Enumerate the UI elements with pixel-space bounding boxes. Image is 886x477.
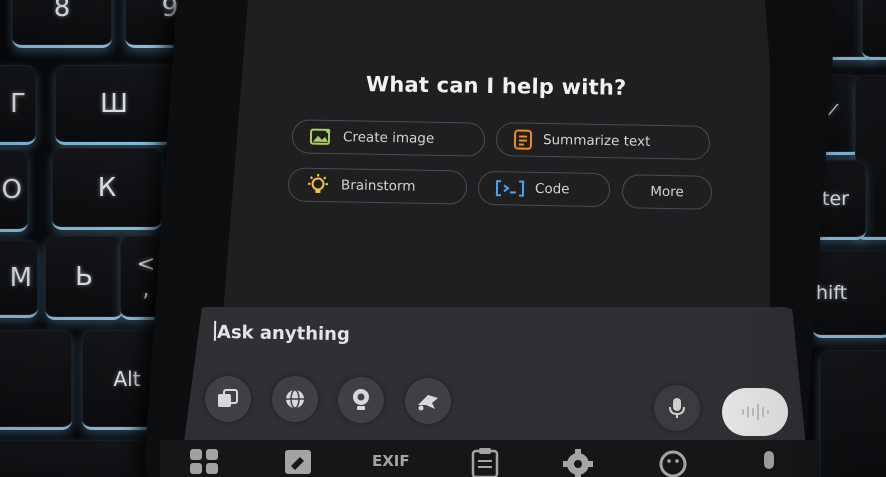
- lightbulb-icon: [308, 173, 329, 194]
- mic-icon[interactable]: [756, 447, 782, 477]
- voice-wave-icon: [742, 404, 769, 420]
- more-tools-button[interactable]: [405, 378, 451, 424]
- ask-placeholder: Ask anything: [216, 321, 351, 346]
- code-chip[interactable]: Code: [477, 170, 611, 208]
- key-label: <: [136, 251, 156, 277]
- text-caret: [213, 320, 217, 341]
- web-search-button[interactable]: [272, 376, 318, 422]
- globe-icon: [286, 389, 304, 409]
- more-tools-icon: [418, 395, 438, 411]
- chip-label: Create image: [342, 129, 435, 147]
- key-label: Ш: [100, 88, 128, 119]
- settings-icon[interactable]: [560, 447, 596, 477]
- keyboard-key: [0, 440, 160, 477]
- keyboard-key: hift: [812, 250, 886, 338]
- chip-label: More: [650, 183, 684, 201]
- key-label: Г: [10, 88, 26, 119]
- emoji-icon[interactable]: [655, 447, 691, 477]
- brainstorm-chip[interactable]: Brainstorm: [287, 167, 468, 205]
- key-label: М: [9, 262, 32, 293]
- mic-button[interactable]: [654, 385, 700, 431]
- notes-icon[interactable]: [282, 447, 316, 477]
- think-button[interactable]: [338, 377, 384, 423]
- key-label: Alt: [113, 366, 141, 391]
- keyboard-key: [820, 350, 886, 477]
- voice-mode-button[interactable]: [722, 388, 788, 436]
- keyboard-key: Ь: [45, 236, 123, 320]
- code-icon: [495, 180, 525, 197]
- key-label: ,: [142, 276, 150, 302]
- exif-icon[interactable]: EXIF: [372, 452, 410, 470]
- keyboard-key: Г: [0, 65, 36, 145]
- more-chip[interactable]: More: [621, 174, 713, 210]
- image-icon: [309, 128, 331, 145]
- clipboard-icon[interactable]: [468, 447, 502, 477]
- key-label: 8: [53, 0, 71, 23]
- key-label: hift: [816, 281, 848, 304]
- attach-icon: [218, 389, 238, 407]
- key-label: О: [1, 174, 22, 205]
- key-label: Ь: [75, 261, 93, 292]
- create-image-chip[interactable]: Create image: [291, 119, 486, 157]
- attach-button[interactable]: [205, 376, 251, 422]
- exif-label: EXIF: [372, 452, 410, 470]
- lightbulb-icon: [353, 389, 369, 410]
- chip-label: Summarize text: [542, 131, 651, 150]
- photo-scene: 8 9 Г Ш О К Л М Ь <, Alt ace ⟋ nter hift…: [0, 0, 886, 477]
- keyboard-key: О: [0, 150, 28, 232]
- keyboard-key: 8: [12, 0, 112, 48]
- summarize-text-chip[interactable]: Summarize text: [495, 122, 711, 160]
- chip-label: Brainstorm: [340, 177, 416, 195]
- chip-label: Code: [534, 180, 570, 198]
- keyboard-key: [862, 0, 886, 60]
- mic-icon: [669, 398, 685, 418]
- ask-input[interactable]: Ask anything: [213, 320, 351, 346]
- assistant-headline: What can I help with?: [365, 72, 627, 100]
- key-label: К: [97, 172, 117, 203]
- keyboard-key: [0, 330, 72, 430]
- document-icon: [513, 129, 533, 150]
- keyboard-key: М: [0, 240, 38, 318]
- keyboard-key: Ш: [55, 65, 173, 145]
- apps-icon[interactable]: [188, 447, 222, 477]
